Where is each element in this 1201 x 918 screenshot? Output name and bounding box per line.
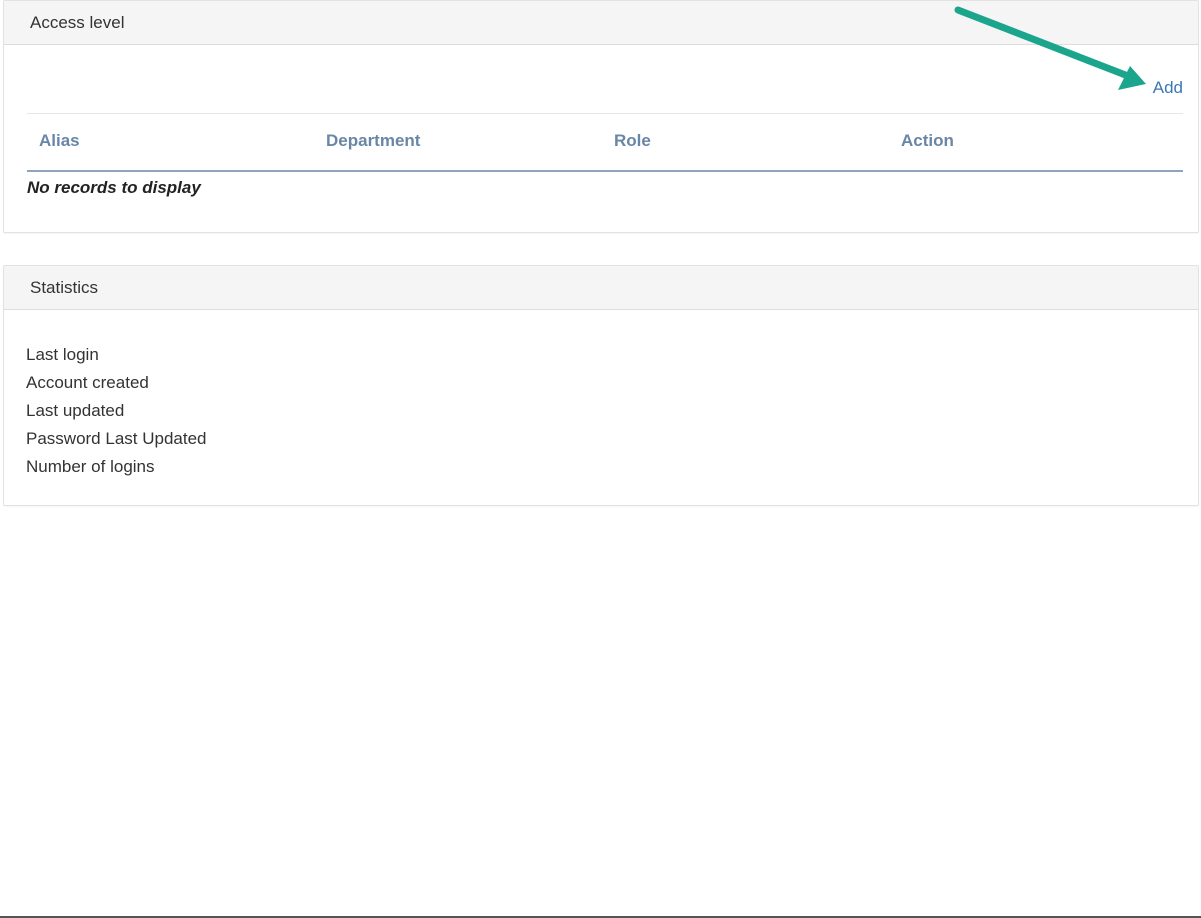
add-link[interactable]: Add [1153,78,1183,98]
stat-last-updated: Last updated [26,401,125,420]
table-top-divider [27,113,1183,114]
column-header-action[interactable]: Action [901,131,954,151]
column-header-alias[interactable]: Alias [39,131,80,151]
page: Access level Add Alias Department Role A… [0,0,1201,918]
statistics-heading: Statistics [4,266,1198,310]
stat-account-created: Account created [26,373,149,392]
column-header-role[interactable]: Role [614,131,651,151]
stat-password-last-updated: Password Last Updated [26,429,207,448]
access-level-heading: Access level [4,1,1198,45]
empty-table-message: No records to display [27,178,201,197]
column-header-department[interactable]: Department [326,131,420,151]
stat-number-of-logins: Number of logins [26,457,155,476]
access-level-panel: Access level [3,0,1199,233]
statistics-list: Last login Account created Last updated … [26,341,207,481]
table-header-divider [27,170,1183,172]
stat-last-login: Last login [26,345,99,364]
